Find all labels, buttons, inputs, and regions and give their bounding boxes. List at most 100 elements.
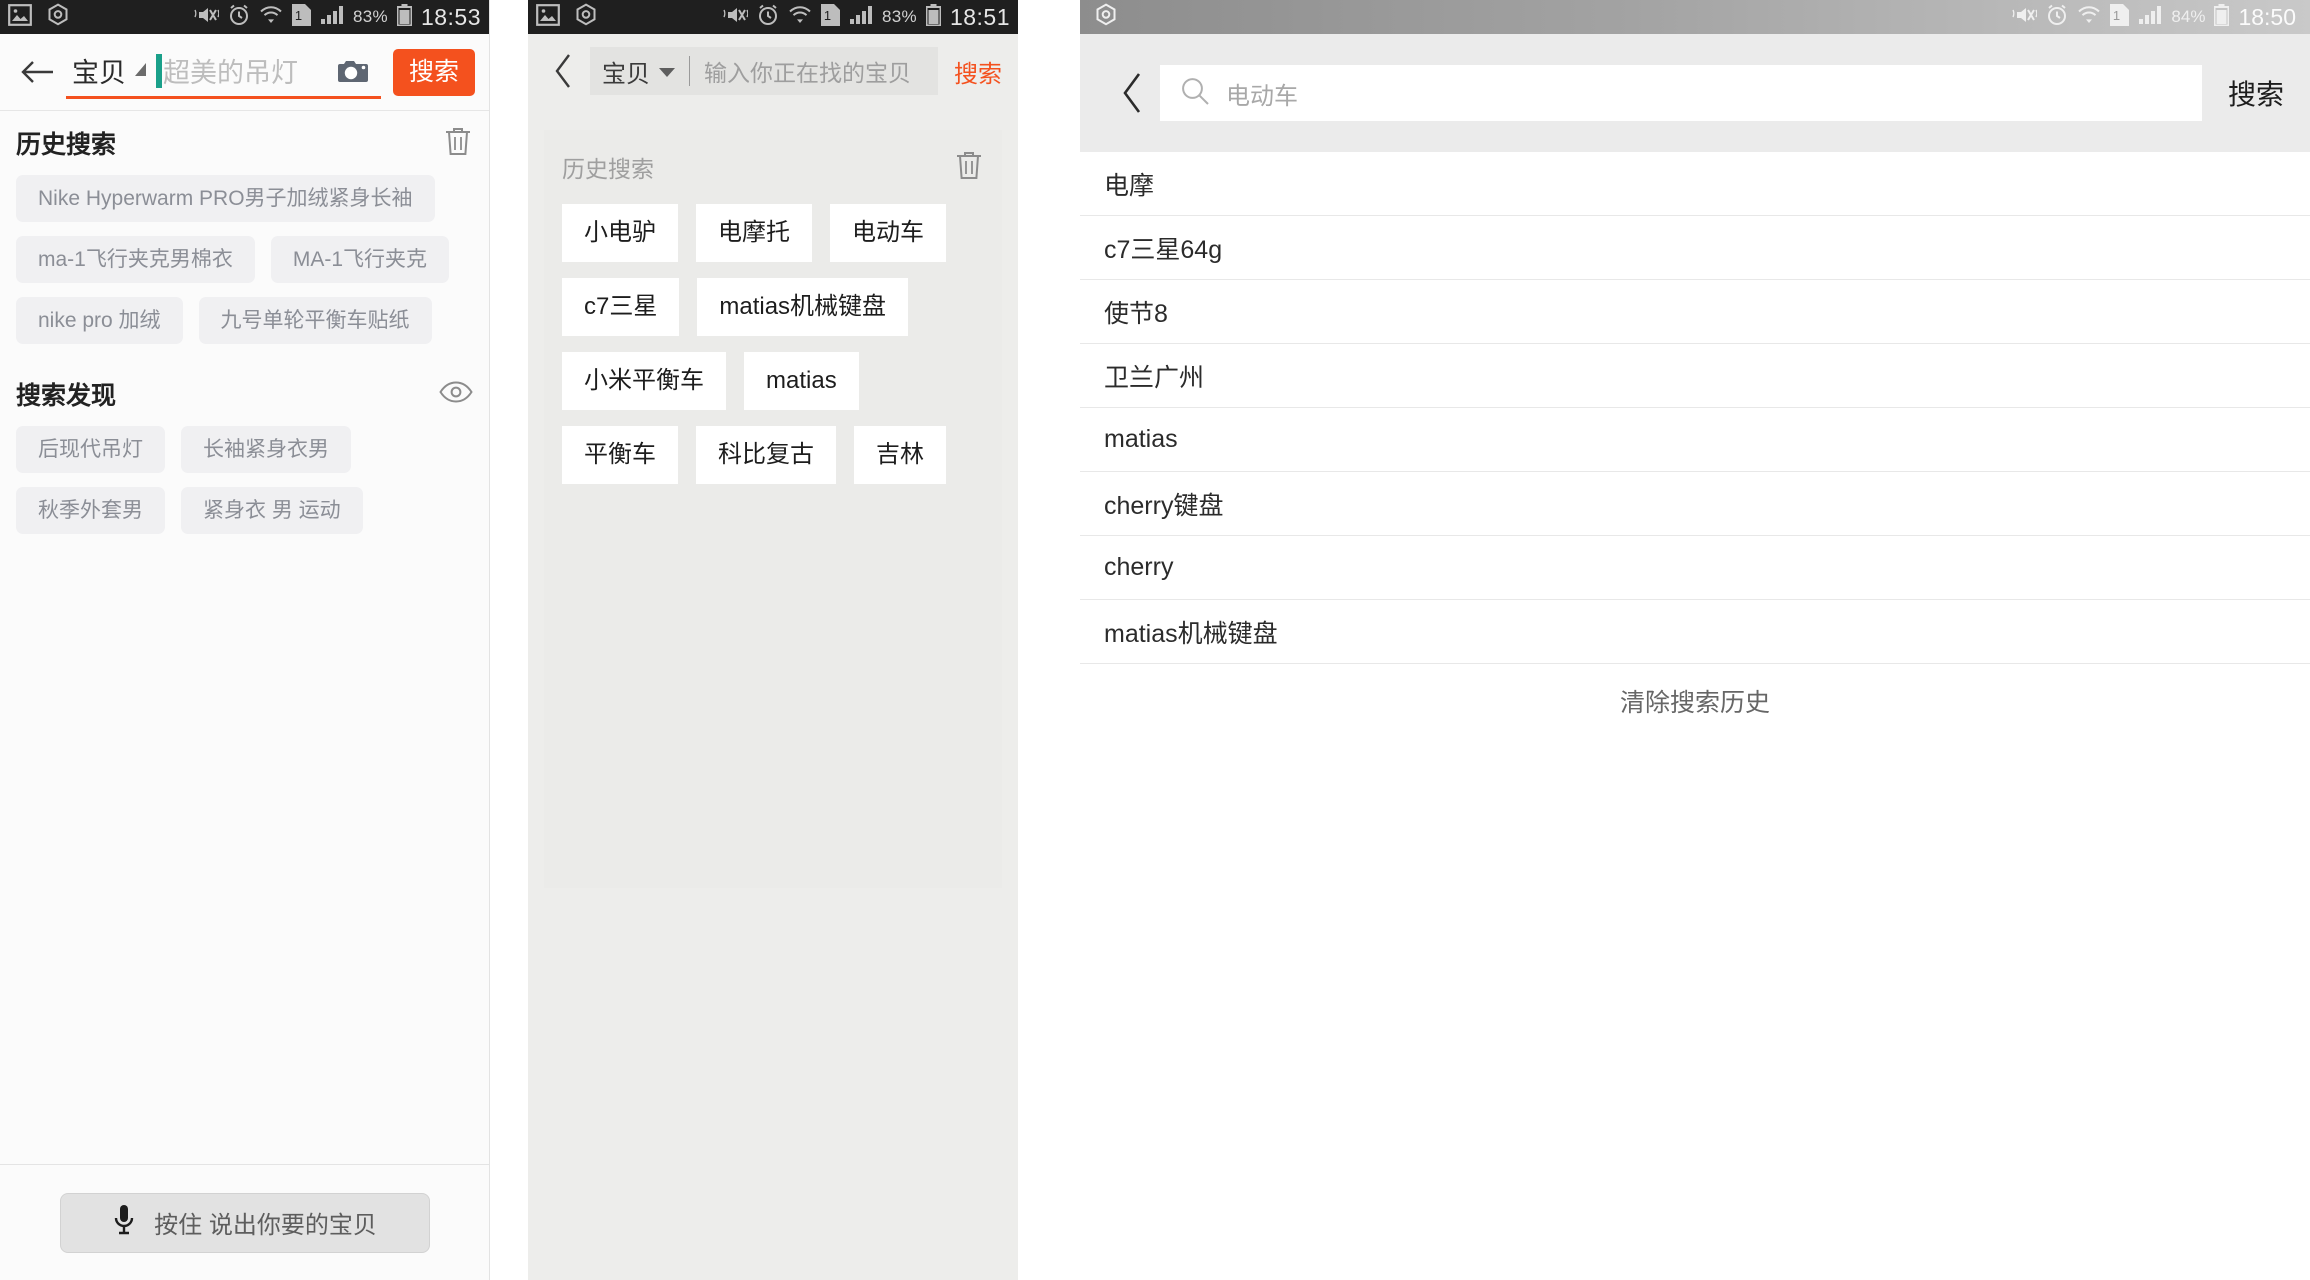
chevron-left-icon[interactable] bbox=[544, 53, 584, 89]
image-icon bbox=[8, 4, 32, 31]
history-chip[interactable]: 小电驴 bbox=[562, 204, 678, 262]
search-button[interactable]: 搜索 bbox=[2228, 73, 2284, 113]
back-arrow-icon[interactable] bbox=[14, 49, 60, 95]
status-bar-panel1: 1 83% 18:53 bbox=[0, 0, 489, 34]
history-chip[interactable]: nike pro 加绒 bbox=[16, 297, 183, 344]
history-chip[interactable]: 科比复古 bbox=[696, 426, 836, 484]
history-chip[interactable]: 吉林 bbox=[854, 426, 946, 484]
history-title: 历史搜索 bbox=[562, 150, 654, 184]
search-bar-panel2: 宝贝 输入你正在找的宝贝 搜索 bbox=[528, 34, 1018, 108]
sim1-icon: 1 bbox=[2110, 4, 2129, 31]
panel1-content: 历史搜索 Nike Hyperwarm PRO男子加绒紧身长袖 ma-1飞行夹克… bbox=[0, 111, 489, 534]
search-button[interactable]: 搜索 bbox=[954, 54, 1002, 89]
clear-history-button[interactable]: 清除搜索历史 bbox=[1080, 664, 2310, 738]
clock: 18:51 bbox=[950, 4, 1010, 31]
battery-icon bbox=[2214, 4, 2229, 31]
history-chip[interactable]: MA-1飞行夹克 bbox=[271, 236, 449, 283]
search-input[interactable]: 宝贝 超美的吊灯 bbox=[66, 45, 381, 99]
panel-search-suggestions: 1 84% 18:50 电动车 搜索 bbox=[1080, 0, 2310, 1280]
history-section-header: 历史搜索 bbox=[562, 130, 984, 204]
discover-chip[interactable]: 紧身衣 男 运动 bbox=[181, 487, 363, 534]
history-chip[interactable]: ma-1飞行夹克男棉衣 bbox=[16, 236, 255, 283]
voice-search-bar: 按住 说出你要的宝贝 bbox=[0, 1164, 489, 1280]
trash-icon[interactable] bbox=[443, 125, 473, 162]
search-input[interactable]: 宝贝 输入你正在找的宝贝 bbox=[590, 47, 938, 95]
status-bar-panel2: 1 83% 18:51 bbox=[528, 0, 1018, 34]
discover-chip-list: 后现代吊灯 长袖紧身衣男 秋季外套男 紧身衣 男 运动 bbox=[16, 426, 473, 534]
chevron-down-icon[interactable] bbox=[659, 68, 675, 77]
category-selector-label[interactable]: 宝贝 bbox=[66, 51, 126, 90]
battery-icon bbox=[926, 4, 941, 31]
eye-icon[interactable] bbox=[439, 380, 473, 409]
list-item[interactable]: 电摩 bbox=[1080, 152, 2310, 216]
list-item[interactable]: cherry bbox=[1080, 536, 2310, 600]
camera-app-icon bbox=[574, 3, 598, 32]
mute-icon bbox=[193, 5, 219, 30]
wifi-icon bbox=[788, 5, 812, 30]
camera-app-icon bbox=[1094, 3, 1118, 32]
voice-search-button[interactable]: 按住 说出你要的宝贝 bbox=[60, 1193, 430, 1253]
alarm-icon bbox=[757, 4, 779, 31]
panel-taobao-search-focused: 1 83% 18:53 宝贝 超美的吊灯 bbox=[0, 0, 490, 1280]
sim1-icon: 1 bbox=[821, 4, 840, 31]
category-selector-label[interactable]: 宝贝 bbox=[602, 54, 650, 89]
list-item[interactable]: c7三星64g bbox=[1080, 216, 2310, 280]
history-chip[interactable]: 九号单轮平衡车贴纸 bbox=[199, 297, 432, 344]
battery-icon bbox=[397, 4, 412, 31]
search-input-placeholder: 超美的吊灯 bbox=[163, 51, 331, 90]
history-card: 历史搜索 小电驴 电摩托 电动车 c7三星 matias机械键盘 小米平衡车 m… bbox=[544, 130, 1002, 888]
history-chip-list: 小电驴 电摩托 电动车 c7三星 matias机械键盘 小米平衡车 matias… bbox=[562, 204, 984, 504]
search-icon bbox=[1180, 76, 1210, 111]
alarm-icon bbox=[228, 4, 250, 31]
search-input[interactable]: 电动车 bbox=[1160, 65, 2202, 121]
history-chip[interactable]: matias bbox=[744, 352, 859, 410]
search-input-placeholder: 输入你正在找的宝贝 bbox=[704, 54, 911, 88]
text-cursor bbox=[156, 54, 162, 88]
history-chip[interactable]: 电摩托 bbox=[696, 204, 812, 262]
history-chip[interactable]: 小米平衡车 bbox=[562, 352, 726, 410]
signal-icon bbox=[320, 5, 344, 30]
trash-icon[interactable] bbox=[954, 149, 984, 186]
history-section-header: 历史搜索 bbox=[16, 111, 473, 175]
clock: 18:50 bbox=[2238, 4, 2296, 31]
svg-text:1: 1 bbox=[295, 8, 302, 23]
battery-percent: 84% bbox=[2171, 7, 2205, 27]
mute-icon bbox=[2011, 5, 2037, 30]
history-title: 历史搜索 bbox=[16, 125, 116, 161]
alarm-icon bbox=[2046, 4, 2068, 31]
svg-text:1: 1 bbox=[2113, 8, 2120, 23]
history-chip[interactable]: Nike Hyperwarm PRO男子加绒紧身长袖 bbox=[16, 175, 435, 222]
list-item[interactable]: 卫兰广州 bbox=[1080, 344, 2310, 408]
list-item[interactable]: cherry键盘 bbox=[1080, 472, 2310, 536]
battery-percent: 83% bbox=[353, 7, 388, 27]
discover-chip[interactable]: 秋季外套男 bbox=[16, 487, 165, 534]
history-chip[interactable]: matias机械键盘 bbox=[697, 278, 908, 336]
history-chip[interactable]: 电动车 bbox=[830, 204, 946, 262]
list-item[interactable]: matias机械键盘 bbox=[1080, 600, 2310, 664]
voice-search-label: 按住 说出你要的宝贝 bbox=[154, 1205, 377, 1240]
discover-chip[interactable]: 长袖紧身衣男 bbox=[181, 426, 351, 473]
screenshot-root: 1 83% 18:53 宝贝 超美的吊灯 bbox=[0, 0, 2310, 1280]
chevron-left-icon[interactable] bbox=[1106, 71, 1160, 115]
signal-icon bbox=[2138, 5, 2162, 30]
discover-chip[interactable]: 后现代吊灯 bbox=[16, 426, 165, 473]
wifi-icon bbox=[2077, 5, 2101, 30]
history-chip[interactable]: 平衡车 bbox=[562, 426, 678, 484]
camera-app-icon bbox=[46, 3, 70, 32]
camera-icon[interactable] bbox=[331, 57, 375, 85]
chevron-down-icon[interactable] bbox=[135, 63, 146, 76]
list-item[interactable]: matias bbox=[1080, 408, 2310, 472]
list-item[interactable]: 使节8 bbox=[1080, 280, 2310, 344]
history-chip-list: Nike Hyperwarm PRO男子加绒紧身长袖 ma-1飞行夹克男棉衣 M… bbox=[16, 175, 473, 344]
panel-taobao-search-history: 1 83% 18:51 宝贝 输入你正在找的宝贝 bbox=[528, 0, 1018, 1280]
microphone-icon bbox=[112, 1203, 136, 1242]
history-chip[interactable]: c7三星 bbox=[562, 278, 679, 336]
search-bar-panel1: 宝贝 超美的吊灯 搜索 bbox=[0, 34, 489, 110]
svg-text:1: 1 bbox=[824, 8, 831, 23]
search-input-placeholder: 电动车 bbox=[1226, 76, 1298, 111]
panel-gap-2 bbox=[1018, 0, 1080, 1280]
battery-percent: 83% bbox=[882, 7, 917, 27]
clock: 18:53 bbox=[421, 4, 481, 31]
search-button[interactable]: 搜索 bbox=[393, 49, 475, 96]
search-bar-panel3: 电动车 搜索 bbox=[1080, 34, 2310, 152]
